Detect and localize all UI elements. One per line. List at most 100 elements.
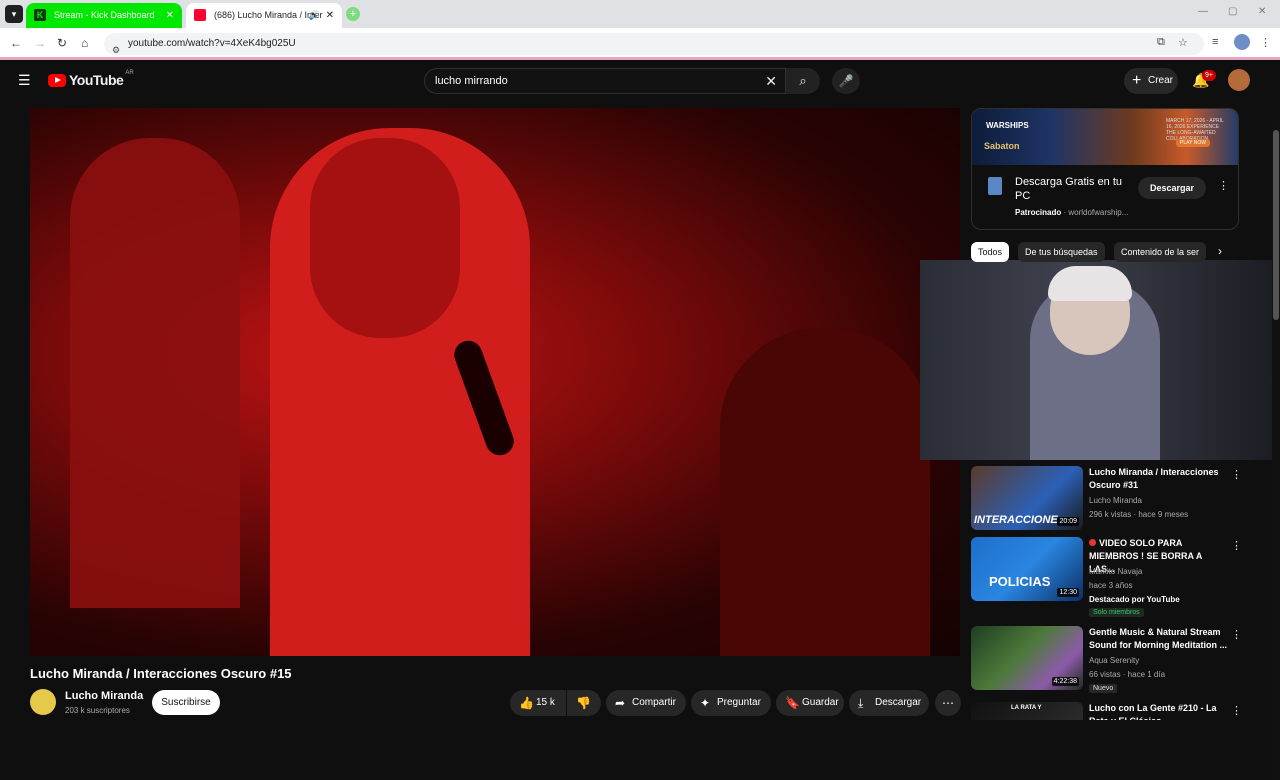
sparkle-icon: ✦ [700, 696, 711, 710]
tab-search-button[interactable]: ▾ [5, 5, 23, 23]
create-button[interactable]: Crear [1124, 68, 1178, 94]
ask-label: Preguntar [717, 697, 761, 708]
chip-from-searches[interactable]: De tus búsquedas [1018, 242, 1105, 262]
close-window-icon[interactable]: ✕ [1258, 6, 1266, 17]
youtube-icon [194, 9, 206, 21]
video-thumbnail[interactable]: POLICIAS 12:30 [971, 537, 1083, 601]
tab-title: Stream - Kick Dashboard [54, 10, 155, 20]
channel-name: Aqua Serenity [1089, 656, 1140, 665]
scrollbar-thumb[interactable] [1273, 130, 1279, 320]
members-only-badge: Solo miembros [1089, 608, 1144, 617]
create-label: Crear [1148, 75, 1174, 86]
featured-tag: Destacado por YouTube [1089, 595, 1180, 604]
ask-button[interactable]: ✦ Preguntar [691, 690, 771, 716]
ad-download-button[interactable]: Descargar [1138, 177, 1206, 199]
microphone-icon: 🎤 [838, 74, 854, 88]
dislike-button[interactable]: 👎 [567, 690, 601, 716]
voice-search-button[interactable]: 🎤 [832, 68, 860, 94]
thumbnail-text: POLICIAS [989, 574, 1051, 589]
video-menu-icon[interactable]: ⋮ [1231, 539, 1242, 552]
video-thumbnail[interactable]: LA RATA Y [971, 702, 1083, 720]
recommendation-item[interactable]: INTERACCIONE 20:09 Lucho Miranda / Inter… [971, 466, 1242, 534]
ad-banner-line2: Sabaton [984, 141, 1020, 151]
browser-menu-icon[interactable]: ⋮ [1260, 36, 1271, 49]
search-input[interactable]: lucho mirrando ✕ [424, 68, 786, 94]
channel-name[interactable]: Lucho Miranda [65, 690, 143, 702]
forward-icon[interactable]: → [34, 36, 46, 50]
clear-search-icon[interactable]: ✕ [765, 69, 777, 93]
bookmark-icon: 🔖 [785, 696, 800, 710]
more-actions-button[interactable]: ⋯ [935, 690, 961, 716]
video-thumbnail[interactable]: INTERACCIONE 20:09 [971, 466, 1083, 530]
tab-kick-dashboard[interactable]: K Stream - Kick Dashboard ✕ [26, 3, 182, 28]
subscribe-button[interactable]: Suscribirse [152, 690, 220, 715]
tab-youtube-video[interactable]: (686) Lucho Miranda / Inter 🔊 ✕ [186, 3, 342, 28]
ad-menu-icon[interactable]: ⋮ [1218, 179, 1229, 192]
speaker-icon[interactable]: 🔊 [309, 3, 320, 28]
channel-avatar[interactable] [30, 689, 56, 715]
close-tab-icon[interactable]: ✕ [166, 3, 174, 28]
maximize-icon[interactable]: ▢ [1228, 6, 1237, 17]
minimize-icon[interactable]: — [1198, 6, 1208, 17]
new-badge: Nuevo [1089, 684, 1118, 693]
back-icon[interactable]: ← [10, 36, 22, 50]
video-title: Lucho con La Gente #210 - La Rata y El C… [1089, 703, 1217, 720]
video-duration: 20:09 [1057, 517, 1079, 526]
youtube-logo[interactable]: YouTube AR [48, 70, 134, 88]
like-button[interactable]: 👍 15 k [510, 690, 566, 716]
notification-badge: 9+ [1202, 70, 1216, 81]
sponsored-ad-card[interactable]: WARSHIPS Sabaton MARCH 17, 2026 - APRIL … [971, 108, 1239, 230]
video-duration: 12:30 [1057, 588, 1079, 597]
page-scrollbar[interactable] [1272, 120, 1280, 780]
like-count: 15 k [536, 697, 555, 708]
search-value: lucho mirrando [435, 75, 508, 87]
download-icon: ⤓ [858, 696, 864, 710]
recommendation-item[interactable]: 4:22:38 Gentle Music & Natural Stream So… [971, 626, 1242, 694]
media-control-icon[interactable]: ≡ [1212, 36, 1218, 48]
video-menu-icon[interactable]: ⋮ [1231, 704, 1241, 717]
site-info-icon[interactable]: ⚙ [112, 39, 120, 61]
search-button[interactable]: ⌕ [786, 68, 820, 94]
reload-icon[interactable]: ↻ [57, 36, 67, 50]
chevron-right-icon[interactable]: › [1218, 244, 1222, 258]
subscriber-count: 203 k suscriptores [65, 706, 130, 715]
channel-name: Lucho Miranda [1089, 496, 1142, 505]
streamer-hair [1048, 266, 1132, 301]
url-field[interactable]: ⚙ youtube.com/watch?v=4XeK4bg025U [104, 33, 1204, 55]
recommendation-item[interactable]: POLICIAS 12:30 VIDEO SOLO PARA MIEMBROS … [971, 537, 1242, 621]
download-button[interactable]: ⤓ Descargar [849, 690, 929, 716]
share-button[interactable]: ➦ Compartir [606, 690, 686, 716]
chip-all[interactable]: Todos [971, 242, 1010, 262]
new-tab-button[interactable]: + [346, 7, 360, 21]
close-tab-icon[interactable]: ✕ [326, 3, 334, 28]
video-menu-icon[interactable]: ⋮ [1231, 628, 1242, 641]
streamer-webcam-overlay [920, 260, 1280, 460]
menu-icon[interactable]: ☰ [18, 72, 31, 89]
bookmark-star-icon[interactable]: ☆ [1178, 36, 1188, 49]
recommendation-item[interactable]: LA RATA Y Lucho con La Gente #210 - La R… [971, 702, 1241, 720]
search-icon: ⌕ [799, 73, 807, 88]
video-thumbnail[interactable]: 4:22:38 [971, 626, 1083, 690]
ad-banner-cta[interactable]: PLAY NOW [1176, 139, 1210, 147]
video-person-right [720, 328, 930, 656]
thumbs-up-icon: 👍 [519, 696, 534, 710]
sponsored-label: Patrocinado [1015, 208, 1062, 217]
video-duration: 4:22:38 [1051, 677, 1079, 686]
advertiser-name: worldofwarship... [1068, 208, 1129, 217]
ad-banner-line1: WARSHIPS [986, 121, 1029, 130]
advertiser-logo-icon [988, 177, 1002, 195]
ad-title[interactable]: Descarga Gratis en tu PC [1015, 175, 1125, 203]
country-code: AR [125, 70, 134, 76]
youtube-play-icon [48, 73, 66, 87]
home-icon[interactable]: ⌂ [81, 36, 88, 50]
save-button[interactable]: 🔖 Guardar [776, 690, 844, 716]
chip-series-content[interactable]: Contenido de la ser [1114, 242, 1206, 262]
browser-tab-bar: ▾ K Stream - Kick Dashboard ✕ (686) Luch… [0, 0, 1280, 28]
user-avatar[interactable] [1228, 69, 1250, 91]
video-menu-icon[interactable]: ⋮ [1231, 468, 1242, 481]
video-meta: 66 vistas · hace 1 día [1089, 670, 1166, 679]
install-app-icon[interactable]: ⧉ [1157, 36, 1165, 49]
video-meta: 296 k vistas · hace 9 meses [1089, 510, 1189, 519]
profile-avatar[interactable] [1234, 34, 1250, 50]
video-player[interactable] [30, 108, 960, 656]
